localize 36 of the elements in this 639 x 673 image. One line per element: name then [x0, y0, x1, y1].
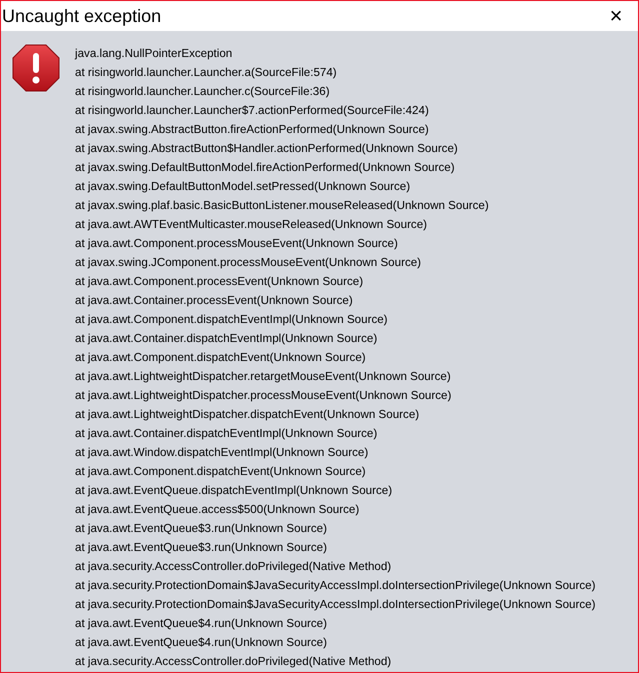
stack-trace-line: java.lang.NullPointerException	[75, 46, 234, 62]
stack-trace-line: at java.awt.AWTEventMulticaster.mouseReleased(Unknown Source)	[75, 217, 428, 233]
stack-trace-line: at javax.swing.AbstractButton.fireActionPerformed(Unknown Source)	[75, 122, 430, 138]
stack-trace-line: at java.security.AccessController.doPrivileged(Native Method)	[75, 559, 392, 575]
stack-trace-line: at java.security.ProtectionDomain$JavaSecurityAccessImpl.doIntersectionPrivilege(Unknown Source)	[75, 597, 596, 613]
stack-trace-line: at java.awt.Container.dispatchEventImpl(Unknown Source)	[75, 331, 378, 347]
stack-trace-line: at risingworld.launcher.Launcher.a(SourceFile:574)	[75, 65, 338, 81]
stack-trace-line: at java.awt.Component.dispatchEventImpl(Unknown Source)	[75, 312, 389, 328]
stack-trace-line: at java.awt.Component.dispatchEvent(Unknown Source)	[75, 350, 367, 366]
stack-trace-line: at javax.swing.DefaultButtonModel.setPressed(Unknown Source)	[75, 179, 412, 195]
stack-trace-line: at java.awt.Window.dispatchEventImpl(Unknown Source)	[75, 445, 370, 461]
stack-trace-line: at java.awt.EventQueue$3.run(Unknown Source)	[75, 540, 328, 556]
stack-trace-line: at java.awt.LightweightDispatcher.dispatchEvent(Unknown Source)	[75, 407, 420, 423]
close-button[interactable]: ×	[602, 2, 630, 30]
stack-trace-line: at javax.swing.plaf.basic.BasicButtonListener.mouseReleased(Unknown Source)	[75, 198, 490, 214]
window-title: Uncaught exception	[1, 7, 162, 25]
stack-trace-line: at java.awt.EventQueue.access$500(Unknown Source)	[75, 502, 360, 518]
stack-trace-line: at java.awt.LightweightDispatcher.retargetMouseEvent(Unknown Source)	[75, 369, 452, 385]
stack-trace-line: at java.awt.EventQueue.dispatchEventImpl(Unknown Source)	[75, 483, 394, 499]
stack-trace-line: at java.awt.Container.dispatchEventImpl(Unknown Source)	[75, 426, 378, 442]
stack-trace-line: at java.awt.EventQueue$4.run(Unknown Source)	[75, 635, 328, 651]
error-icon	[12, 44, 60, 92]
stack-trace-line: at risingworld.launcher.Launcher.c(SourceFile:36)	[75, 84, 331, 100]
stack-trace-line: at risingworld.launcher.Launcher$7.actionPerformed(SourceFile:424)	[75, 103, 430, 119]
stack-trace-line: at java.awt.EventQueue$4.run(Unknown Source)	[75, 616, 328, 632]
stack-trace-line: at javax.swing.AbstractButton$Handler.actionPerformed(Unknown Source)	[75, 141, 459, 157]
stack-trace-line: at javax.swing.JComponent.processMouseEvent(Unknown Source)	[75, 255, 422, 271]
stack-trace-line: at javax.swing.DefaultButtonModel.fireActionPerformed(Unknown Source)	[75, 160, 456, 176]
stack-trace-line: at java.awt.EventQueue$3.run(Unknown Source)	[75, 521, 328, 537]
stack-trace-line: at java.awt.Component.processEvent(Unknown Source)	[75, 274, 364, 290]
stack-trace-line: at java.awt.Component.processMouseEvent(Unknown Source)	[75, 236, 399, 252]
stack-trace-line: at java.security.AccessController.doPrivileged(Native Method)	[75, 654, 392, 670]
stack-trace-line: at java.awt.Component.dispatchEvent(Unknown Source)	[75, 464, 367, 480]
stack-trace-line: at java.awt.LightweightDispatcher.processMouseEvent(Unknown Source)	[75, 388, 452, 404]
stack-trace-line: at java.security.ProtectionDomain$JavaSecurityAccessImpl.doIntersectionPrivilege(Unknown Source)	[75, 578, 596, 594]
stack-trace-line: at java.awt.Container.processEvent(Unknown Source)	[75, 293, 354, 309]
